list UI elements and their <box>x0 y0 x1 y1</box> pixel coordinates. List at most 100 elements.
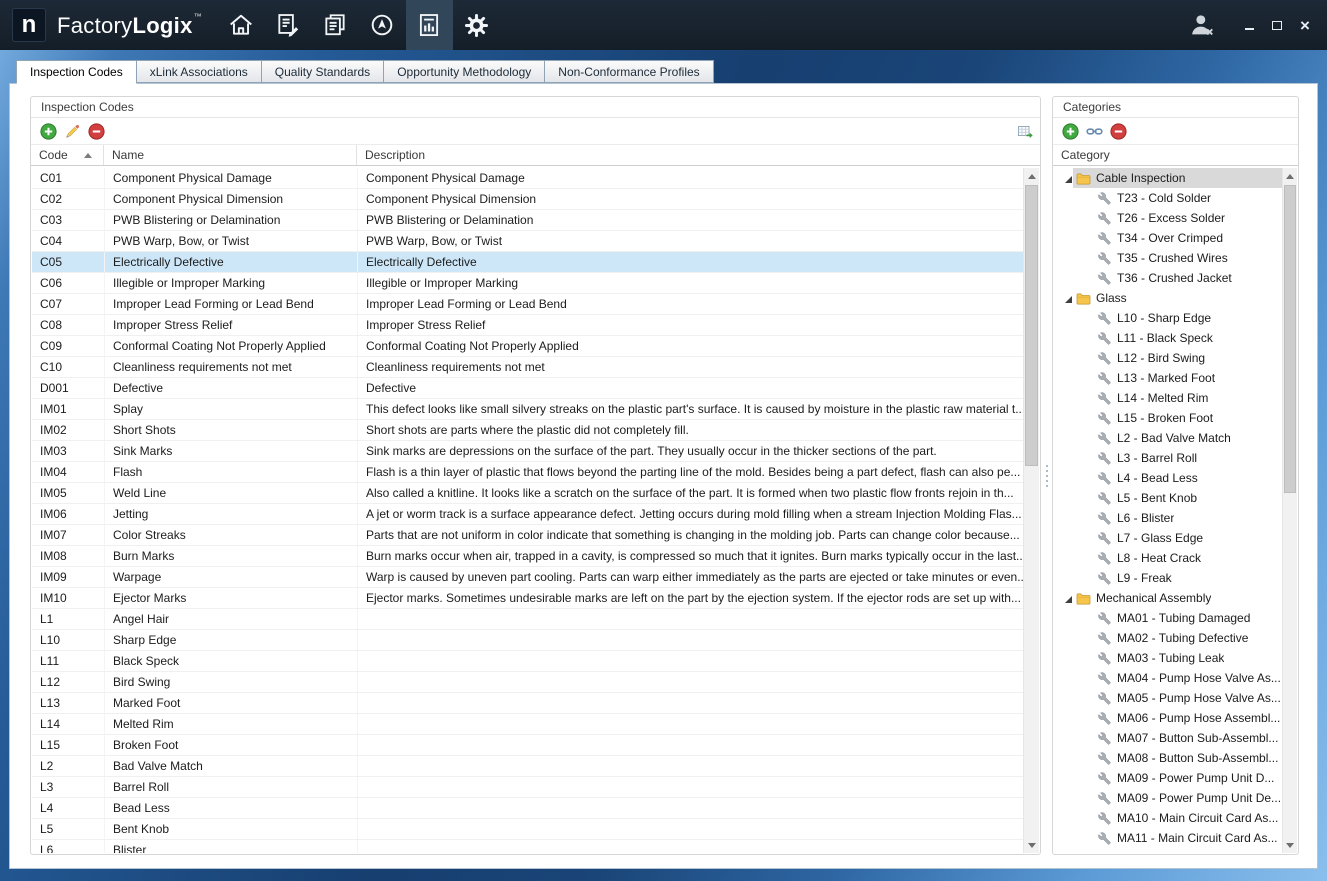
table-row[interactable]: L12Bird Swing <box>32 672 1023 693</box>
table-row[interactable]: C06Illegible or Improper MarkingIllegibl… <box>32 273 1023 294</box>
table-row[interactable]: L14Melted Rim <box>32 714 1023 735</box>
table-row[interactable]: L15Broken Foot <box>32 735 1023 756</box>
tree-item-row[interactable]: L7 - Glass Edge <box>1054 528 1282 548</box>
tab-non-conformance-profiles[interactable]: Non-Conformance Profiles <box>544 60 713 83</box>
column-header-name[interactable]: Name <box>104 145 357 165</box>
tree-item-row[interactable]: MA09 - Power Pump Unit D... <box>1054 768 1282 788</box>
link-icon[interactable] <box>1086 123 1103 140</box>
expander-icon[interactable] <box>1061 172 1073 184</box>
tree-item-row[interactable]: MA10 - Main Circuit Card As... <box>1054 808 1282 828</box>
tree-item-row[interactable]: L4 - Bead Less <box>1054 468 1282 488</box>
table-row[interactable]: IM10Ejector MarksEjector marks. Sometime… <box>32 588 1023 609</box>
column-header-code[interactable]: Code <box>31 145 104 165</box>
scroll-down-button[interactable] <box>1283 837 1297 853</box>
tree-item-row[interactable]: L8 - Heat Crack <box>1054 548 1282 568</box>
tree-item-row[interactable]: L13 - Marked Foot <box>1054 368 1282 388</box>
table-row[interactable]: IM08Burn MarksBurn marks occur when air,… <box>32 546 1023 567</box>
maximize-button[interactable] <box>1268 16 1286 34</box>
add-icon[interactable] <box>40 123 57 140</box>
tree-item-row[interactable]: MA09 - Power Pump Unit De... <box>1054 788 1282 808</box>
tab-xlink-associations[interactable]: xLink Associations <box>136 60 262 83</box>
table-row[interactable]: L2Bad Valve Match <box>32 756 1023 777</box>
table-row[interactable]: IM06JettingA jet or worm track is a surf… <box>32 504 1023 525</box>
expander-icon[interactable] <box>1061 292 1073 304</box>
home-icon[interactable] <box>218 0 265 50</box>
tree-item-row[interactable]: T34 - Over Crimped <box>1054 228 1282 248</box>
codes-scrollbar[interactable] <box>1023 168 1039 853</box>
tab-inspection-codes[interactable]: Inspection Codes <box>16 60 137 84</box>
tab-opportunity-methodology[interactable]: Opportunity Methodology <box>383 60 545 83</box>
tree-item-row[interactable]: L5 - Bent Knob <box>1054 488 1282 508</box>
minimize-button[interactable] <box>1240 16 1258 34</box>
tree-item-row[interactable]: MA01 - Tubing Damaged <box>1054 608 1282 628</box>
table-row[interactable]: L5Bent Knob <box>32 819 1023 840</box>
scroll-down-button[interactable] <box>1024 837 1039 853</box>
tree-item-row[interactable]: L2 - Bad Valve Match <box>1054 428 1282 448</box>
table-row[interactable]: D001DefectiveDefective <box>32 378 1023 399</box>
category-column-header[interactable]: Category <box>1053 144 1298 166</box>
table-row[interactable]: C04PWB Warp, Bow, or TwistPWB Warp, Bow,… <box>32 231 1023 252</box>
tree-item-row[interactable]: L14 - Melted Rim <box>1054 388 1282 408</box>
table-row[interactable]: IM07Color StreaksParts that are not unif… <box>32 525 1023 546</box>
tree-item-row[interactable]: MA06 - Pump Hose Assembl... <box>1054 708 1282 728</box>
scroll-up-button[interactable] <box>1024 168 1039 184</box>
tree-item-row[interactable]: MA11 - Main Circuit Card As... <box>1054 828 1282 848</box>
table-row[interactable]: L11Black Speck <box>32 651 1023 672</box>
tree-item-row[interactable]: MA02 - Tubing Defective <box>1054 628 1282 648</box>
table-row[interactable]: L1Angel Hair <box>32 609 1023 630</box>
tree-item-row[interactable]: T26 - Excess Solder <box>1054 208 1282 228</box>
table-row[interactable]: IM02Short ShotsShort shots are parts whe… <box>32 420 1023 441</box>
table-row[interactable]: IM09WarpageWarp is caused by uneven part… <box>32 567 1023 588</box>
tree-item-row[interactable]: T36 - Crushed Jacket <box>1054 268 1282 288</box>
tree-item-row[interactable]: MA04 - Pump Hose Valve As... <box>1054 668 1282 688</box>
table-row[interactable]: L4Bead Less <box>32 798 1023 819</box>
tree-category-row[interactable]: Cable Inspection <box>1054 168 1282 188</box>
user-logout-icon[interactable] <box>1182 5 1222 45</box>
process-icon[interactable] <box>265 0 312 50</box>
categories-scrollbar[interactable] <box>1282 168 1297 853</box>
tree-item-row[interactable]: T35 - Crushed Wires <box>1054 248 1282 268</box>
tree-item-row[interactable]: MA05 - Pump Hose Valve As... <box>1054 688 1282 708</box>
edit-icon[interactable] <box>64 123 81 140</box>
add-icon[interactable] <box>1062 123 1079 140</box>
tree-category-row[interactable]: Mechanical Assembly <box>1054 588 1282 608</box>
tree-category-row[interactable]: Glass <box>1054 288 1282 308</box>
export-icon[interactable] <box>1016 123 1033 140</box>
tree-item-row[interactable]: L12 - Bird Swing <box>1054 348 1282 368</box>
tree-item-row[interactable]: MA08 - Button Sub-Assembl... <box>1054 748 1282 768</box>
close-button[interactable]: × <box>1296 16 1314 34</box>
table-row[interactable]: IM05Weld LineAlso called a knitline. It … <box>32 483 1023 504</box>
table-row[interactable]: L6Blister <box>32 840 1023 853</box>
table-row[interactable]: C05Electrically DefectiveElectrically De… <box>32 252 1023 273</box>
expander-icon[interactable] <box>1061 592 1073 604</box>
remove-icon[interactable] <box>88 123 105 140</box>
table-row[interactable]: C09Conformal Coating Not Properly Applie… <box>32 336 1023 357</box>
table-row[interactable]: IM03Sink MarksSink marks are depressions… <box>32 441 1023 462</box>
materials-icon[interactable] <box>312 0 359 50</box>
table-row[interactable]: L10Sharp Edge <box>32 630 1023 651</box>
tree-item-row[interactable]: L15 - Broken Foot <box>1054 408 1282 428</box>
table-row[interactable]: C08Improper Stress ReliefImproper Stress… <box>32 315 1023 336</box>
tree-item-row[interactable]: MA07 - Button Sub-Assembl... <box>1054 728 1282 748</box>
scroll-up-button[interactable] <box>1283 168 1297 184</box>
tree-item-row[interactable]: MA03 - Tubing Leak <box>1054 648 1282 668</box>
table-row[interactable]: C03PWB Blistering or DelaminationPWB Bli… <box>32 210 1023 231</box>
quality-icon[interactable] <box>406 0 453 50</box>
tree-item-row[interactable]: L9 - Freak <box>1054 568 1282 588</box>
scroll-thumb[interactable] <box>1284 185 1296 493</box>
tree-item-row[interactable]: L11 - Black Speck <box>1054 328 1282 348</box>
table-row[interactable]: L13Marked Foot <box>32 693 1023 714</box>
logistics-icon[interactable] <box>359 0 406 50</box>
table-row[interactable]: L3Barrel Roll <box>32 777 1023 798</box>
table-row[interactable]: C02Component Physical DimensionComponent… <box>32 189 1023 210</box>
column-header-description[interactable]: Description <box>357 145 1040 165</box>
table-row[interactable]: C01Component Physical DamageComponent Ph… <box>32 168 1023 189</box>
tree-item-row[interactable]: L6 - Blister <box>1054 508 1282 528</box>
tab-quality-standards[interactable]: Quality Standards <box>261 60 384 83</box>
tree-item-row[interactable]: L10 - Sharp Edge <box>1054 308 1282 328</box>
settings-icon[interactable] <box>453 0 500 50</box>
table-row[interactable]: IM01SplayThis defect looks like small si… <box>32 399 1023 420</box>
tree-item-row[interactable]: L3 - Barrel Roll <box>1054 448 1282 468</box>
table-row[interactable]: C07Improper Lead Forming or Lead BendImp… <box>32 294 1023 315</box>
tree-item-row[interactable]: T23 - Cold Solder <box>1054 188 1282 208</box>
